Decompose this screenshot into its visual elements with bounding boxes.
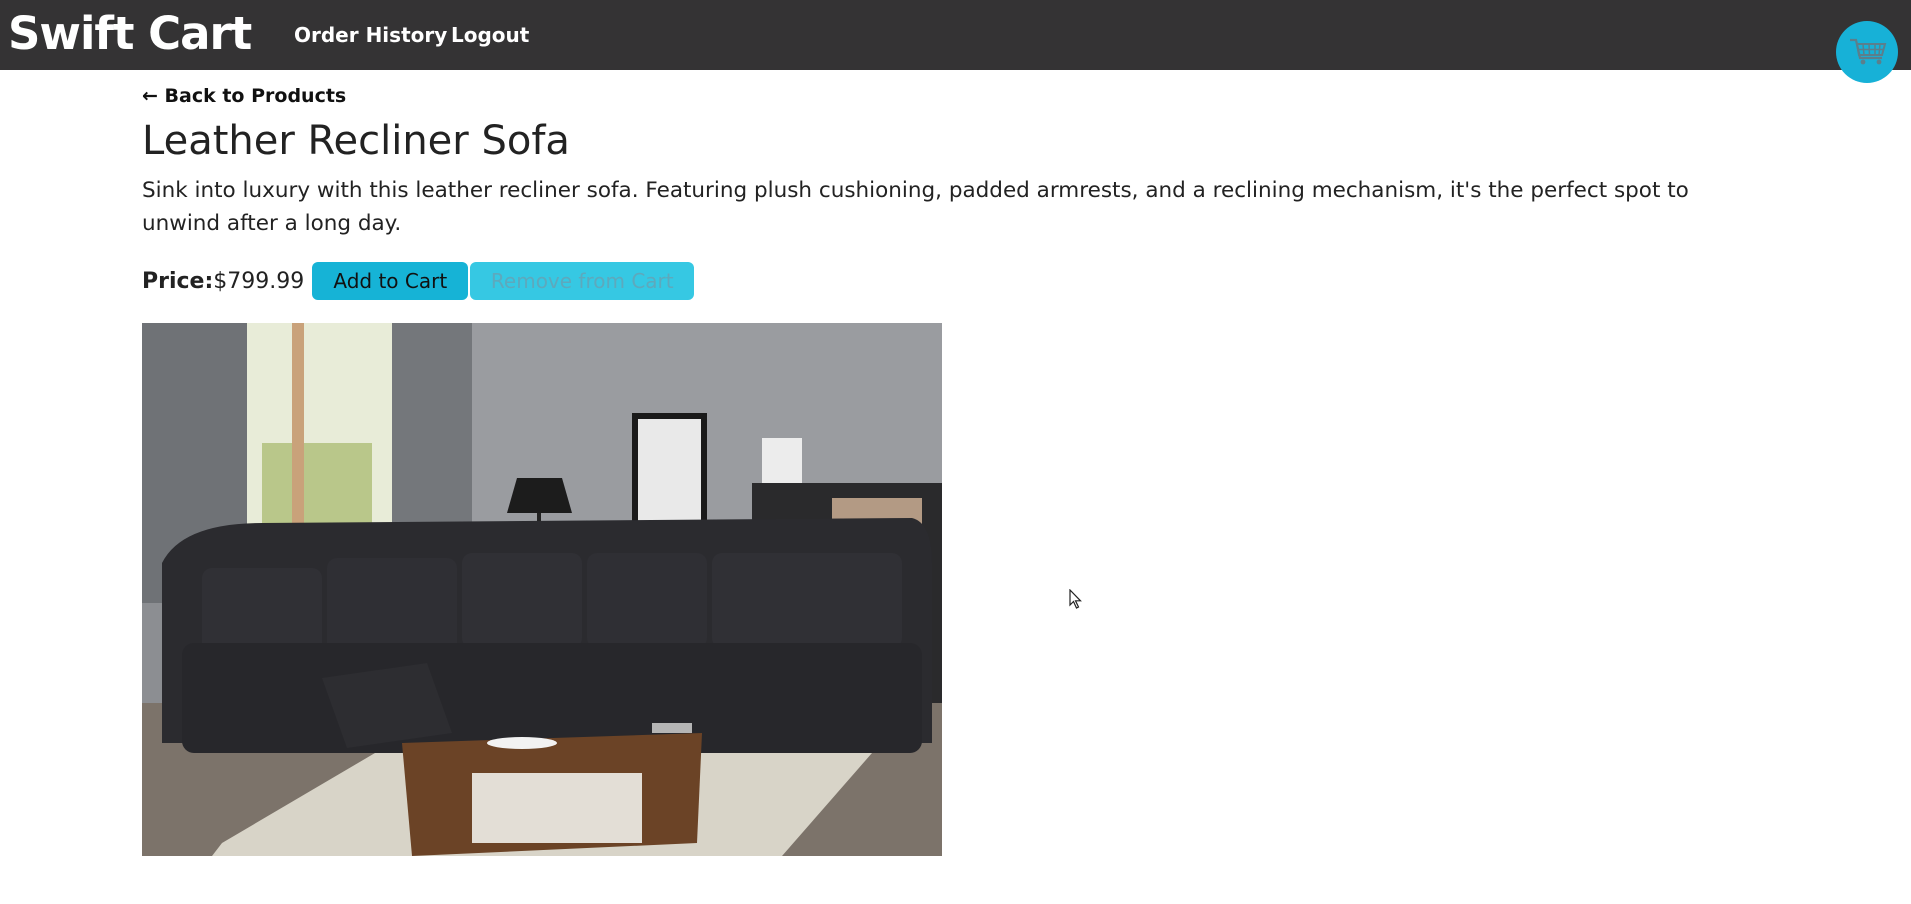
price-row: Price: $799.99 Add to Cart Remove from C… xyxy=(142,262,695,300)
price-value: $799.99 xyxy=(213,268,305,294)
shopping-cart-icon xyxy=(1850,38,1887,65)
brand-logo[interactable]: Swift Cart xyxy=(8,6,252,61)
top-navbar: Swift Cart Order History Logout xyxy=(0,0,1911,83)
price-label: Price: xyxy=(142,268,214,294)
back-to-products-link[interactable]: ← Back to Products xyxy=(142,84,346,108)
cart-button[interactable] xyxy=(1836,21,1898,83)
product-image xyxy=(142,323,942,856)
sofa-photo-illustration xyxy=(142,323,942,856)
product-title: Leather Recliner Sofa xyxy=(142,118,570,164)
product-description: Sink into luxury with this leather recli… xyxy=(142,178,1689,236)
add-to-cart-button[interactable]: Add to Cart xyxy=(312,262,469,300)
nav-logout-link[interactable]: Logout xyxy=(451,22,529,48)
nav-order-history-link[interactable]: Order History xyxy=(294,22,447,48)
remove-from-cart-button[interactable]: Remove from Cart xyxy=(470,262,695,300)
mouse-cursor-icon xyxy=(1069,589,1082,609)
